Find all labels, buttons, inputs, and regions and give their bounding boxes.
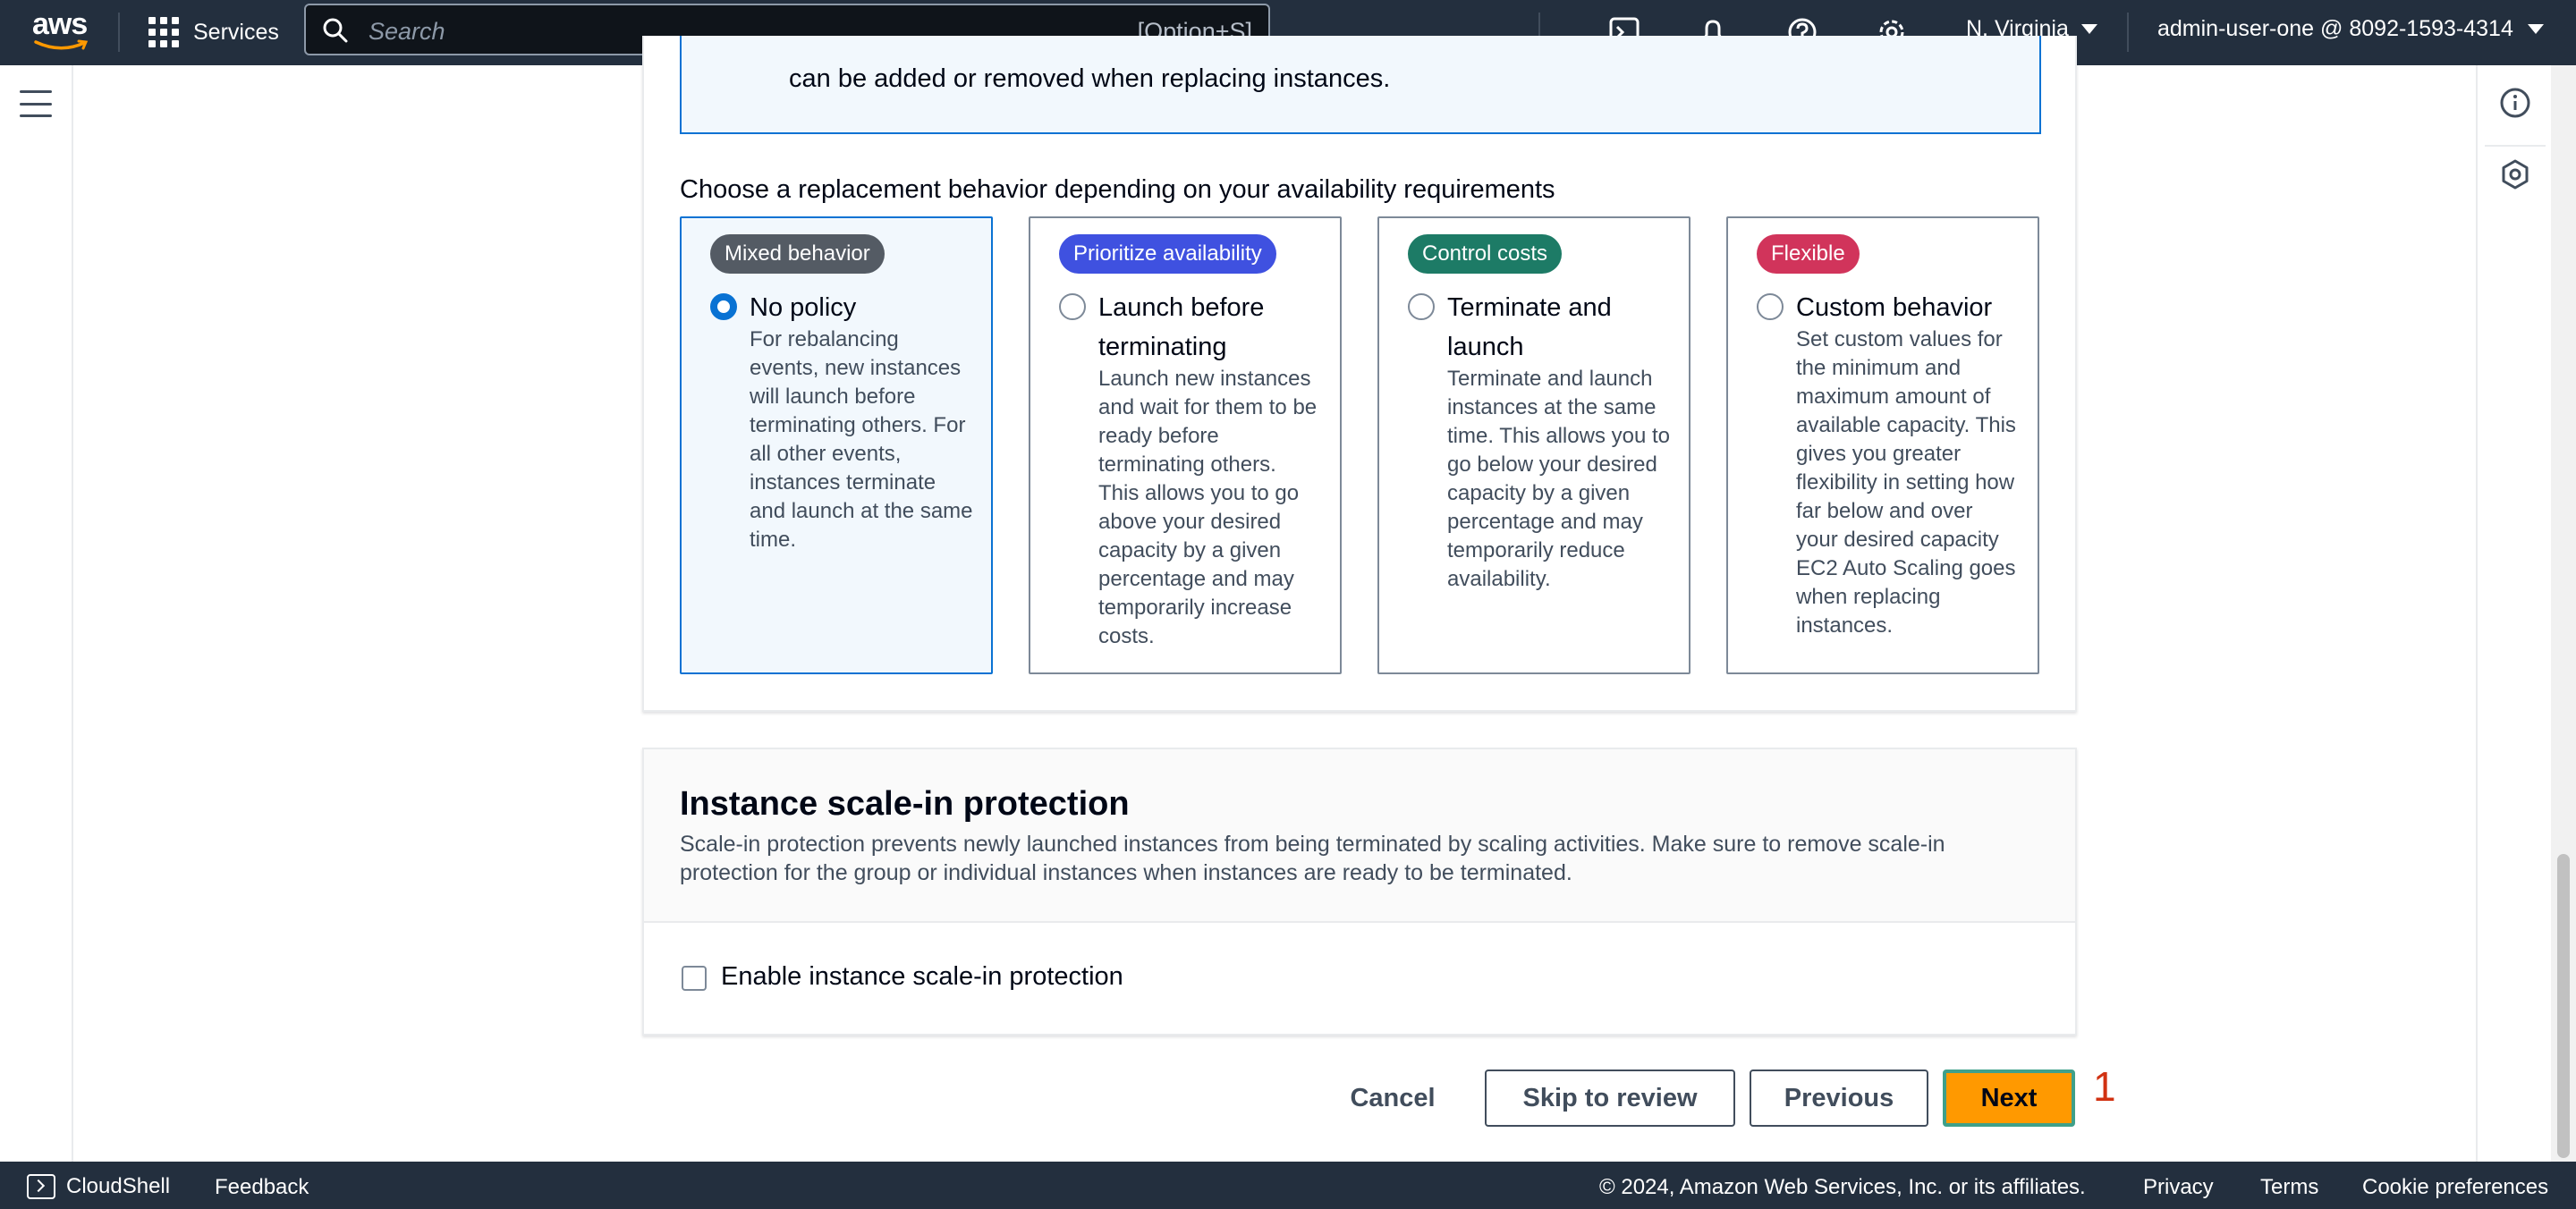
caret-down-icon <box>2080 24 2097 34</box>
scale-in-protection-panel: Instance scale-in protection Scale-in pr… <box>642 748 2077 1036</box>
previous-button[interactable]: Previous <box>1750 1070 1928 1127</box>
radio-terminate-and-launch[interactable] <box>1408 293 1435 320</box>
aws-logo[interactable]: aws <box>32 9 91 54</box>
badge-mixed-behavior: Mixed behavior <box>710 234 885 274</box>
services-grid-icon <box>148 17 179 47</box>
option-title: Custom behavior <box>1796 293 1993 322</box>
services-menu[interactable]: Services <box>148 14 279 50</box>
nav-divider <box>2127 13 2129 52</box>
info-alert-text: can be added or removed when replacing i… <box>789 64 1391 93</box>
ai-assistant-icon[interactable] <box>2499 158 2531 190</box>
scrollbar-thumb[interactable] <box>2557 854 2570 1158</box>
right-tools-rail <box>2476 65 2551 1162</box>
aws-logo-text: aws <box>32 7 88 41</box>
info-alert: can be added or removed when replacing i… <box>680 36 2041 134</box>
cloudshell-icon <box>27 1174 55 1199</box>
option-card-launch-before-terminating[interactable]: Prioritize availability Launch before te… <box>1029 216 1342 674</box>
option-card-no-policy[interactable]: Mixed behavior No policy For rebalancing… <box>680 216 993 674</box>
rail-divider <box>2485 145 2546 147</box>
menu-icon[interactable] <box>20 90 52 117</box>
panel-header: Instance scale-in protection Scale-in pr… <box>644 749 2075 923</box>
option-description: Set custom values for the minimum and ma… <box>1796 327 2016 638</box>
scale-in-protection-checkbox[interactable] <box>682 966 707 991</box>
privacy-link[interactable]: Privacy <box>2143 1175 2214 1200</box>
badge-prioritize-availability: Prioritize availability <box>1059 234 1276 274</box>
cookie-preferences-link[interactable]: Cookie preferences <box>2362 1175 2548 1200</box>
option-card-custom-behavior[interactable]: Flexible Custom behavior Set custom valu… <box>1726 216 2039 674</box>
info-icon[interactable] <box>2499 87 2531 119</box>
account-menu[interactable]: admin-user-one @ 8092-1593-4314 <box>2157 16 2544 42</box>
replacement-behavior-label: Choose a replacement behavior depending … <box>680 175 1555 204</box>
option-description: For rebalancing events, new instances wi… <box>750 327 973 552</box>
search-placeholder: Search <box>369 18 445 45</box>
annotation-marker: 1 <box>2093 1063 2116 1110</box>
account-label: admin-user-one @ 8092-1593-4314 <box>2157 16 2513 41</box>
search-icon <box>323 18 348 43</box>
option-title: No policy <box>750 293 857 322</box>
cloudshell-link[interactable]: CloudShell <box>27 1174 170 1199</box>
caret-down-icon <box>2527 24 2544 34</box>
radio-launch-before-terminating[interactable] <box>1059 293 1086 320</box>
radio-custom-behavior[interactable] <box>1757 293 1784 320</box>
footer: CloudShell Feedback © 2024, Amazon Web S… <box>0 1162 2576 1209</box>
next-button[interactable]: Next <box>1943 1070 2075 1127</box>
radio-no-policy[interactable] <box>710 293 737 320</box>
page-scrollbar[interactable] <box>2551 65 2576 1162</box>
badge-flexible: Flexible <box>1757 234 1860 274</box>
option-description: Terminate and launch instances at the sa… <box>1447 367 1670 591</box>
panel-description: Scale-in protection prevents newly launc… <box>680 832 1945 885</box>
option-card-terminate-and-launch[interactable]: Control costs Terminate and launch Termi… <box>1377 216 1690 674</box>
panel-title: Instance scale-in protection <box>680 785 1130 823</box>
left-navigation-rail <box>0 65 73 1162</box>
feedback-link[interactable]: Feedback <box>215 1175 309 1200</box>
cancel-button[interactable]: Cancel <box>1329 1070 1456 1127</box>
services-label: Services <box>193 19 279 45</box>
nav-divider <box>118 13 120 52</box>
option-description: Launch new instances and wait for them t… <box>1098 367 1318 648</box>
skip-to-review-button[interactable]: Skip to review <box>1485 1070 1735 1127</box>
copyright-text: © 2024, Amazon Web Services, Inc. or its… <box>1599 1175 2086 1199</box>
cloudshell-label: CloudShell <box>66 1174 171 1198</box>
option-title: Terminate and launch <box>1447 293 1612 361</box>
checkbox-label[interactable]: Enable instance scale-in protection <box>721 962 1123 992</box>
aws-smile-icon <box>34 39 89 50</box>
badge-control-costs: Control costs <box>1408 234 1563 274</box>
option-title: Launch before terminating <box>1098 293 1265 361</box>
terms-link[interactable]: Terms <box>2260 1175 2318 1200</box>
